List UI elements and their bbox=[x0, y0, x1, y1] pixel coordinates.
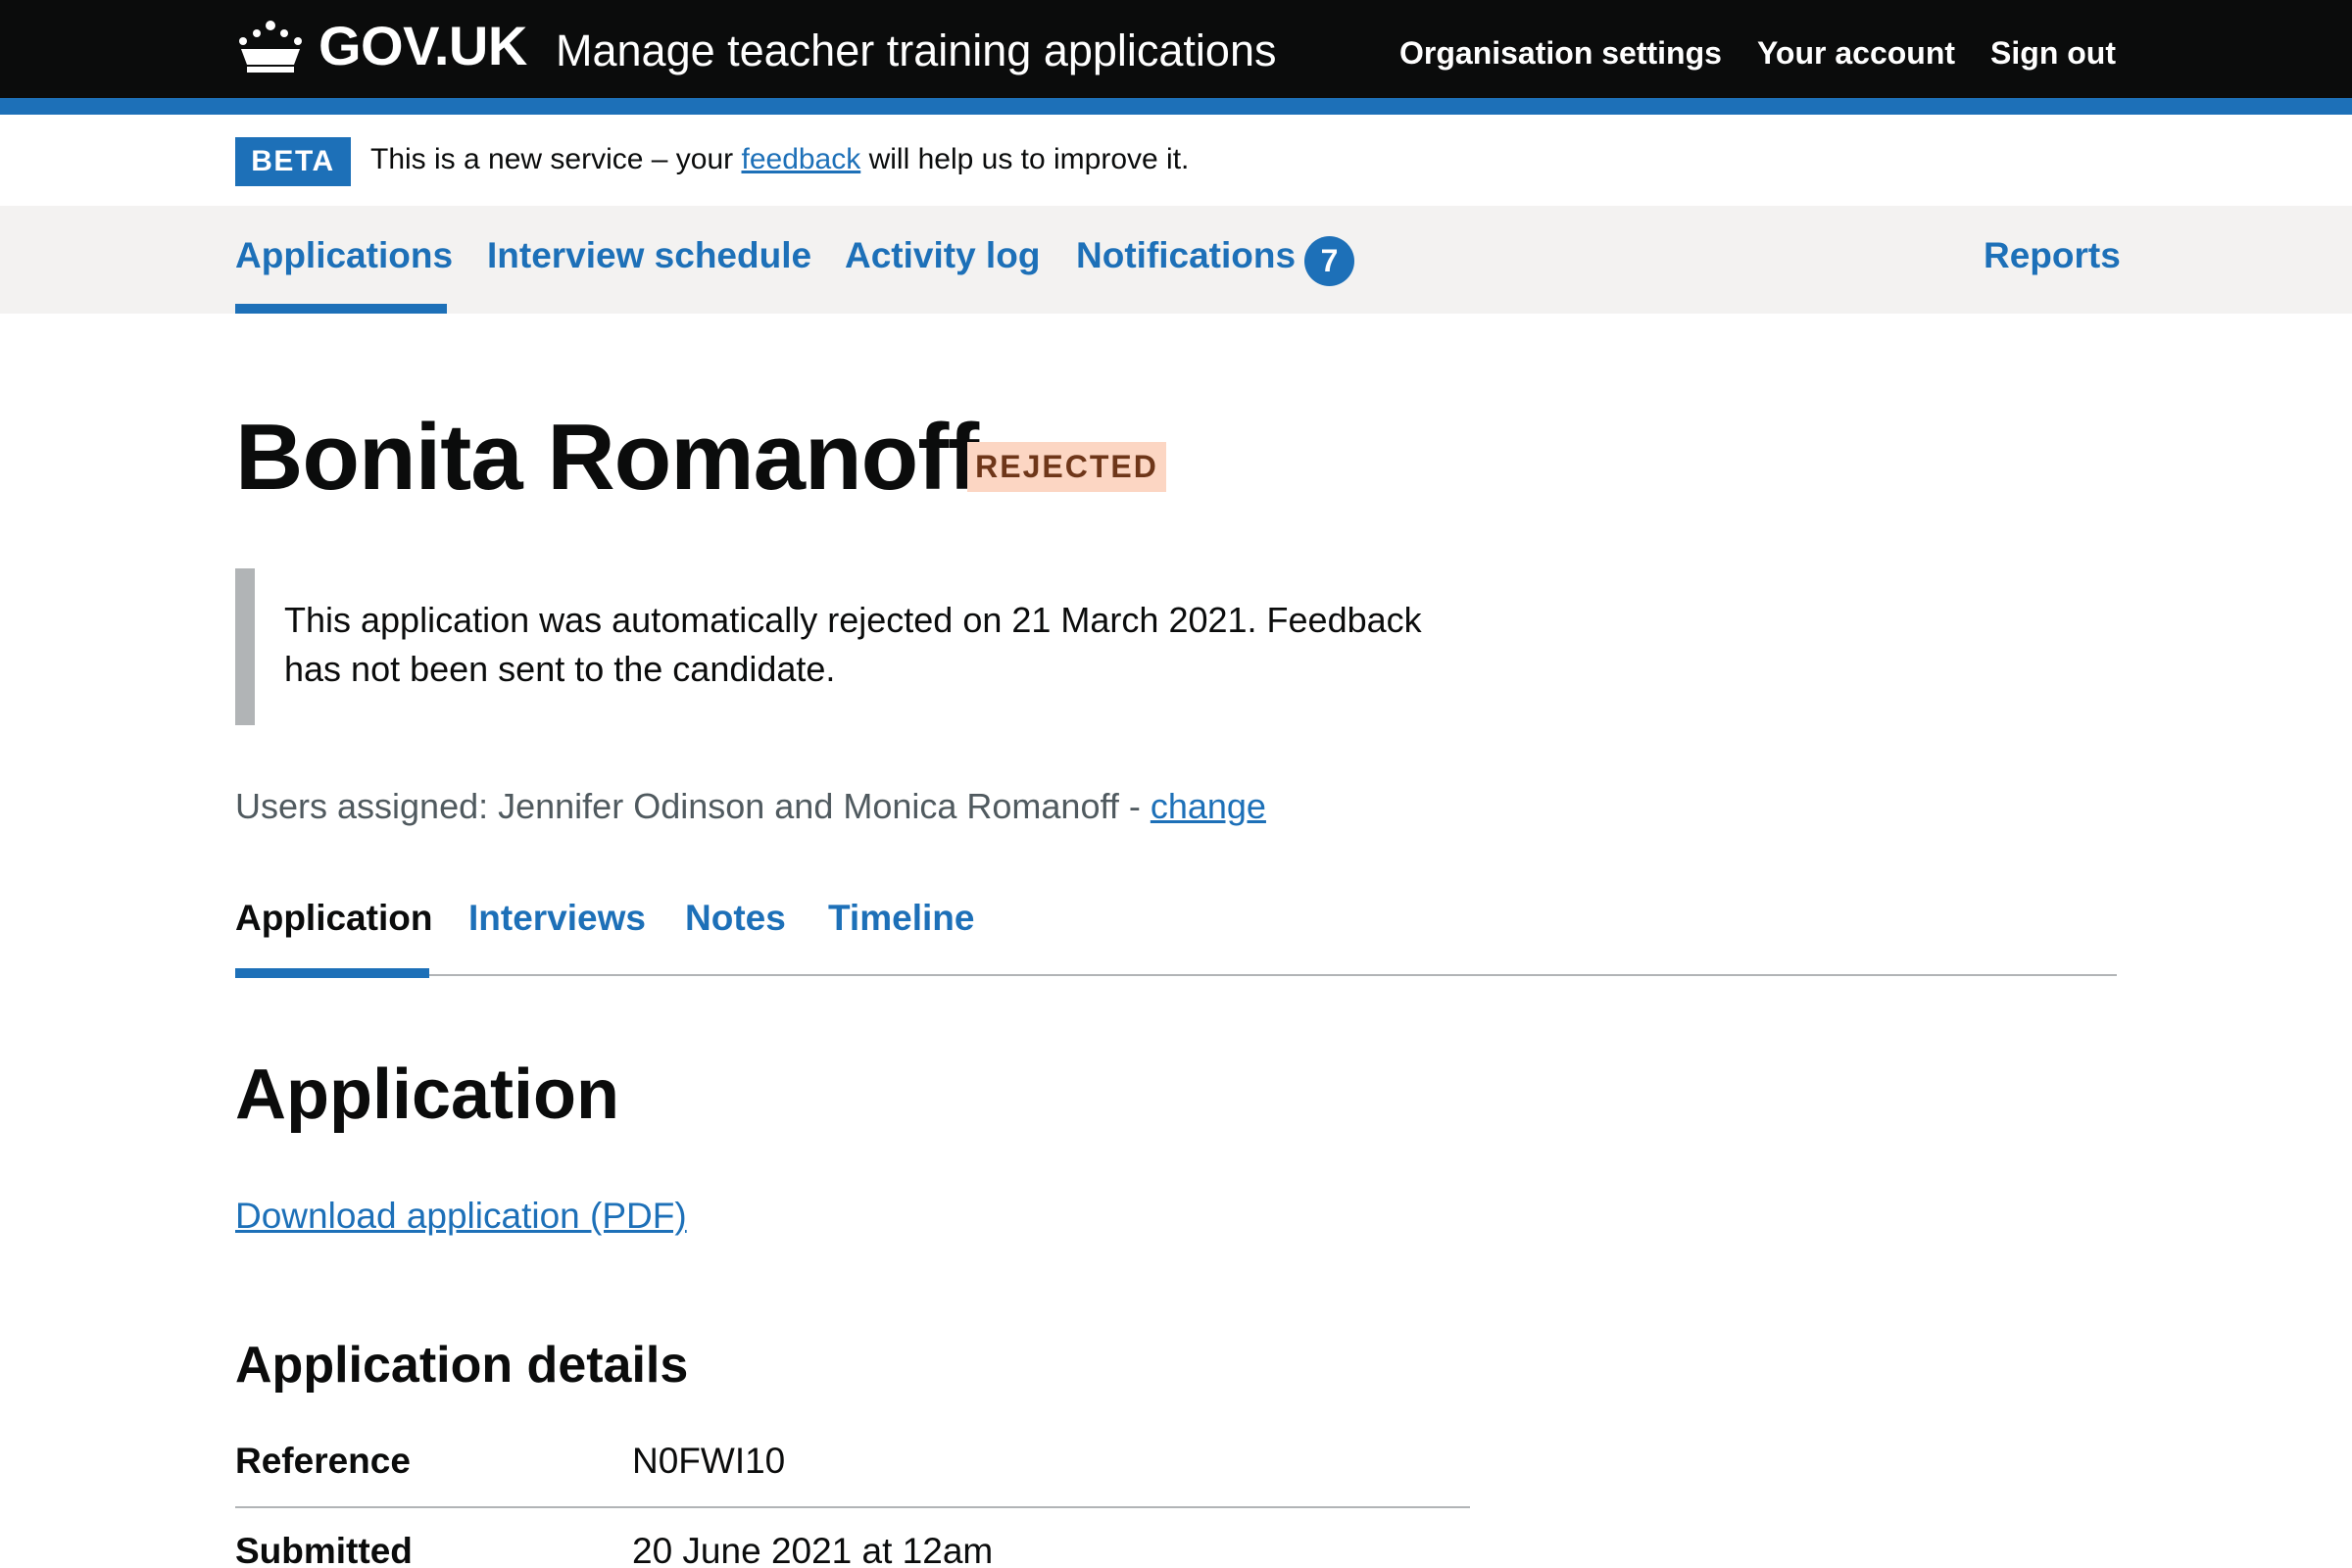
reference-value: N0FWI10 bbox=[632, 1441, 786, 1481]
change-assigned-users-link[interactable]: change bbox=[1151, 786, 1266, 826]
beta-tag: BETA bbox=[235, 137, 351, 186]
phase-text-before: This is a new service – your bbox=[370, 143, 742, 175]
nav-reports[interactable]: Reports bbox=[1984, 235, 2121, 276]
reference-key: Reference bbox=[235, 1441, 411, 1481]
feedback-link[interactable]: feedback bbox=[741, 143, 860, 175]
crown-icon bbox=[239, 21, 302, 73]
users-assigned: Users assigned: Jennifer Odinson and Mon… bbox=[235, 786, 1266, 827]
tab-active-indicator bbox=[235, 968, 429, 978]
tab-application[interactable]: Application bbox=[235, 898, 432, 939]
users-assigned-text: Users assigned: Jennifer Odinson and Mon… bbox=[235, 786, 1151, 826]
tab-notes[interactable]: Notes bbox=[685, 898, 786, 939]
download-application-pdf-link[interactable]: Download application (PDF) bbox=[235, 1196, 687, 1237]
rejection-notice: This application was automatically rejec… bbox=[284, 600, 1422, 689]
application-details-heading: Application details bbox=[235, 1337, 689, 1394]
govuk-logo-link[interactable]: GOV.UK bbox=[318, 14, 527, 77]
summary-row-divider bbox=[235, 1506, 1470, 1508]
organisation-settings-link[interactable]: Organisation settings bbox=[1399, 35, 1722, 72]
tab-interviews[interactable]: Interviews bbox=[468, 898, 646, 939]
candidate-name-heading: Bonita Romanoff bbox=[235, 405, 979, 510]
phase-text-after: will help us to improve it. bbox=[860, 143, 1190, 175]
section-heading: Application bbox=[235, 1055, 619, 1134]
header-navigation: Organisation settings Your account Sign … bbox=[1399, 35, 2116, 72]
nav-applications[interactable]: Applications bbox=[235, 235, 453, 276]
nav-interview-schedule[interactable]: Interview schedule bbox=[487, 235, 811, 276]
nav-activity-log[interactable]: Activity log bbox=[845, 235, 1040, 276]
your-account-link[interactable]: Your account bbox=[1757, 35, 1955, 72]
nav-notifications[interactable]: Notifications bbox=[1076, 235, 1296, 276]
nav-active-indicator bbox=[235, 304, 447, 314]
header-blue-stripe bbox=[0, 98, 2352, 115]
tabs-divider bbox=[235, 974, 2117, 976]
notifications-count-badge: 7 bbox=[1304, 236, 1354, 286]
tab-timeline[interactable]: Timeline bbox=[828, 898, 974, 939]
submitted-value: 20 June 2021 at 12am bbox=[632, 1531, 994, 1568]
submitted-key: Submitted bbox=[235, 1531, 413, 1568]
sign-out-link[interactable]: Sign out bbox=[1990, 35, 2116, 72]
phase-banner-text: This is a new service – your feedback wi… bbox=[370, 143, 1189, 176]
status-tag: REJECTED bbox=[967, 442, 1166, 492]
service-name-link[interactable]: Manage teacher training applications bbox=[556, 25, 1276, 76]
